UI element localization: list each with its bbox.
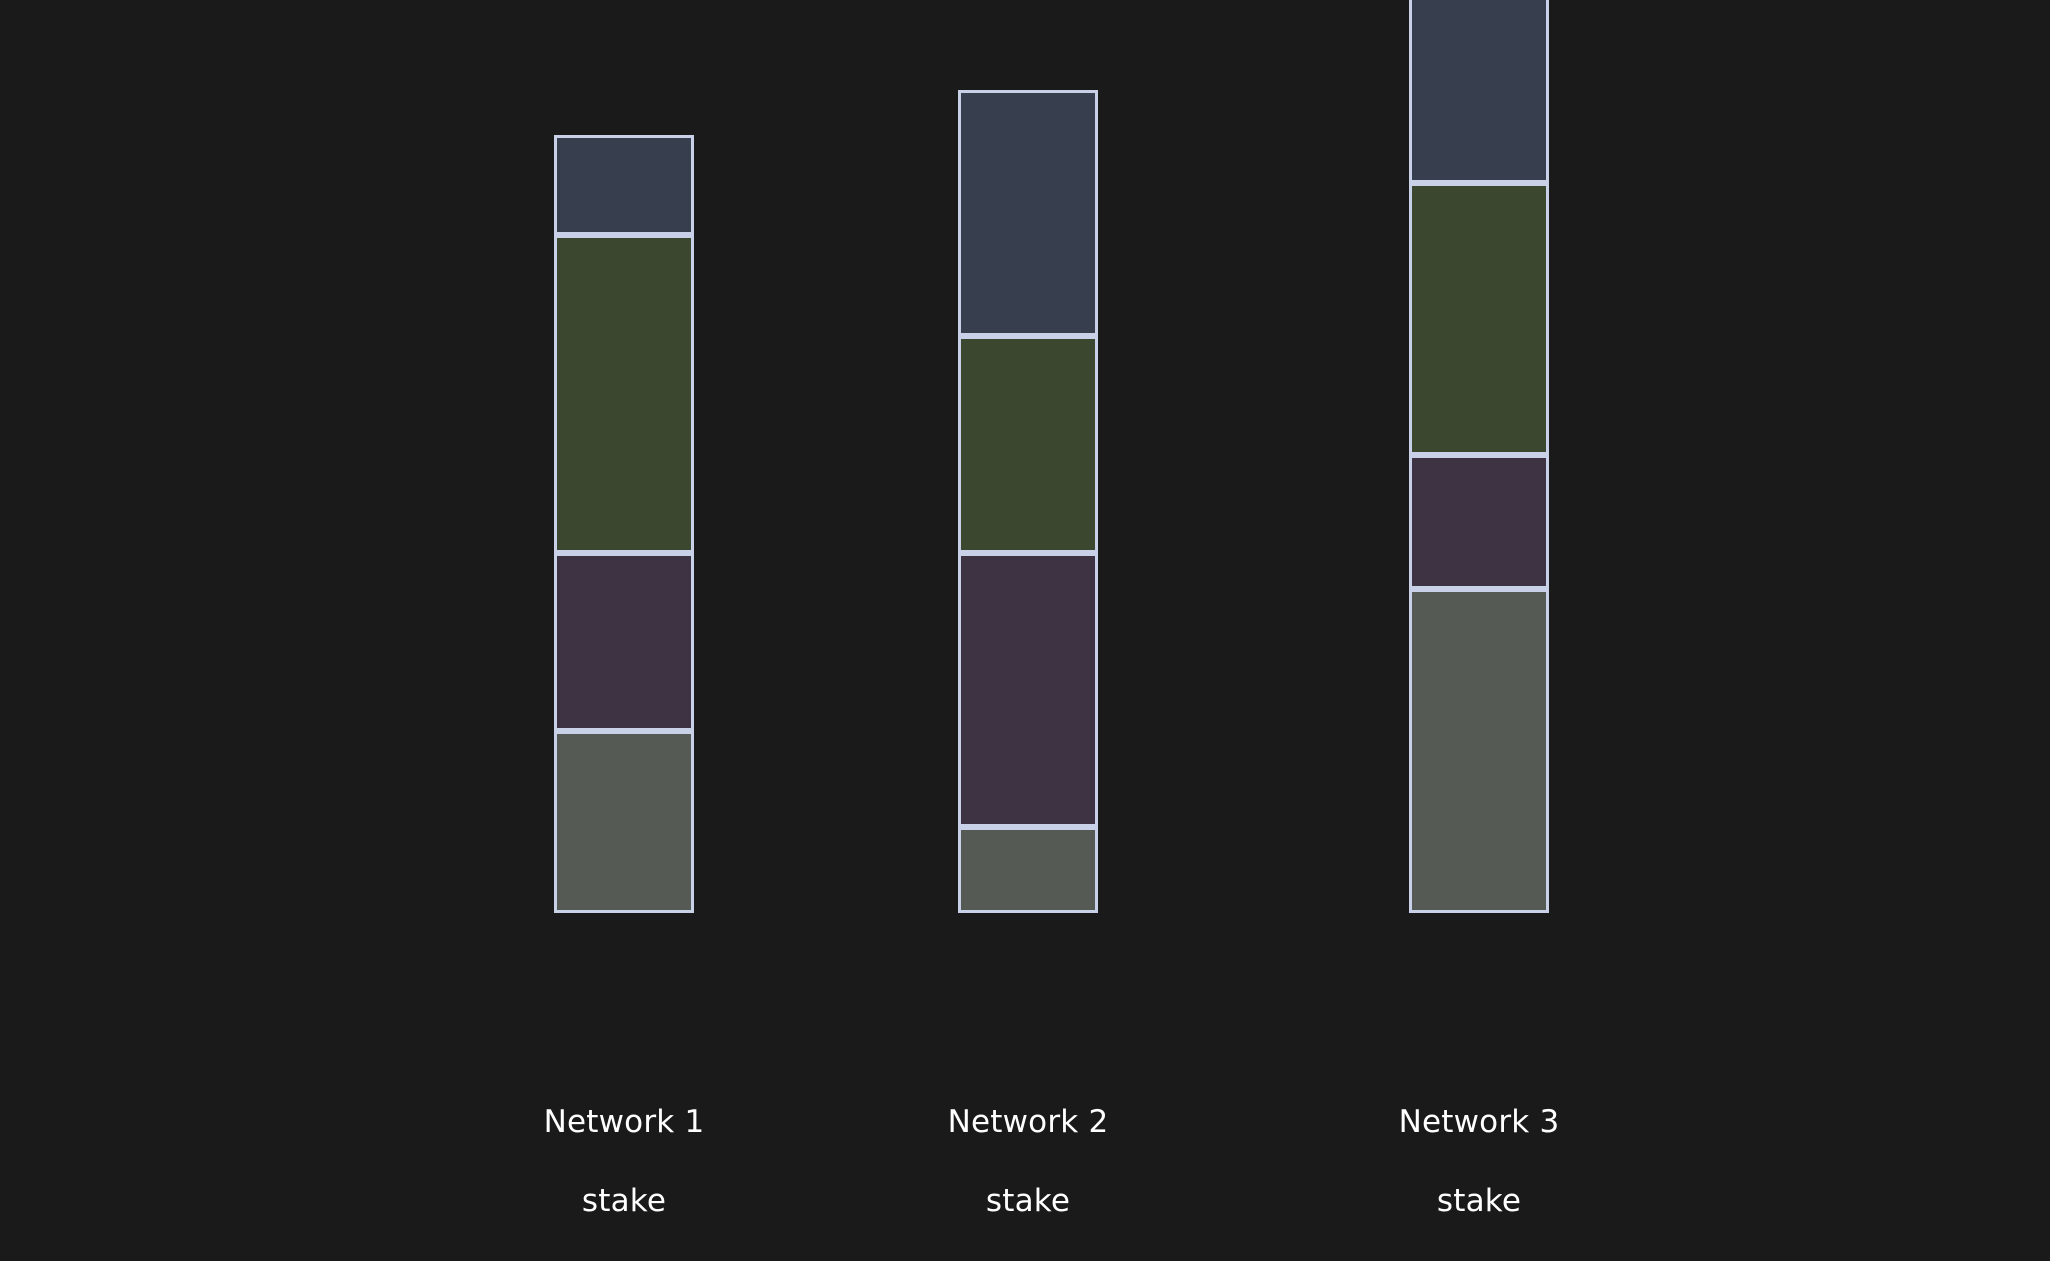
bar-network-1[interactable] [554,135,694,913]
bar-segment-1[interactable] [1409,0,1549,183]
bar-segment-1[interactable] [958,90,1098,336]
x-axis-label-line-2: stake [581,1183,667,1220]
x-axis-label-line-2: stake [985,1183,1071,1220]
x-axis-label-line-1: Network 3 [1398,1103,1560,1140]
x-axis-label-line-1: Network 2 [947,1103,1109,1140]
plot-area: Network 1 stake Network 2 stake Network … [0,0,2050,1219]
bar-segment-3[interactable] [958,553,1098,827]
bar-segment-4[interactable] [958,827,1098,913]
stacked-bar-chart: Network 1 stake Network 2 stake Network … [0,0,2050,1219]
bar-segment-2[interactable] [958,336,1098,553]
bar-segment-3[interactable] [1409,455,1549,589]
bar-segment-3[interactable] [554,553,694,731]
x-axis-label-line-1: Network 1 [543,1103,705,1140]
x-axis-label-line-2: stake [1436,1183,1522,1220]
bar-segment-4[interactable] [554,731,694,913]
x-axis-label-network-1: Network 1 stake [414,1063,834,1261]
x-axis-label-network-3: Network 3 stake [1269,1063,1689,1261]
bar-network-3[interactable] [1409,0,1549,913]
bar-segment-2[interactable] [1409,183,1549,455]
bar-segment-4[interactable] [1409,589,1549,913]
x-axis-label-network-2: Network 2 stake [818,1063,1238,1261]
bar-network-2[interactable] [958,90,1098,913]
bar-segment-1[interactable] [554,135,694,235]
bar-segment-2[interactable] [554,235,694,553]
